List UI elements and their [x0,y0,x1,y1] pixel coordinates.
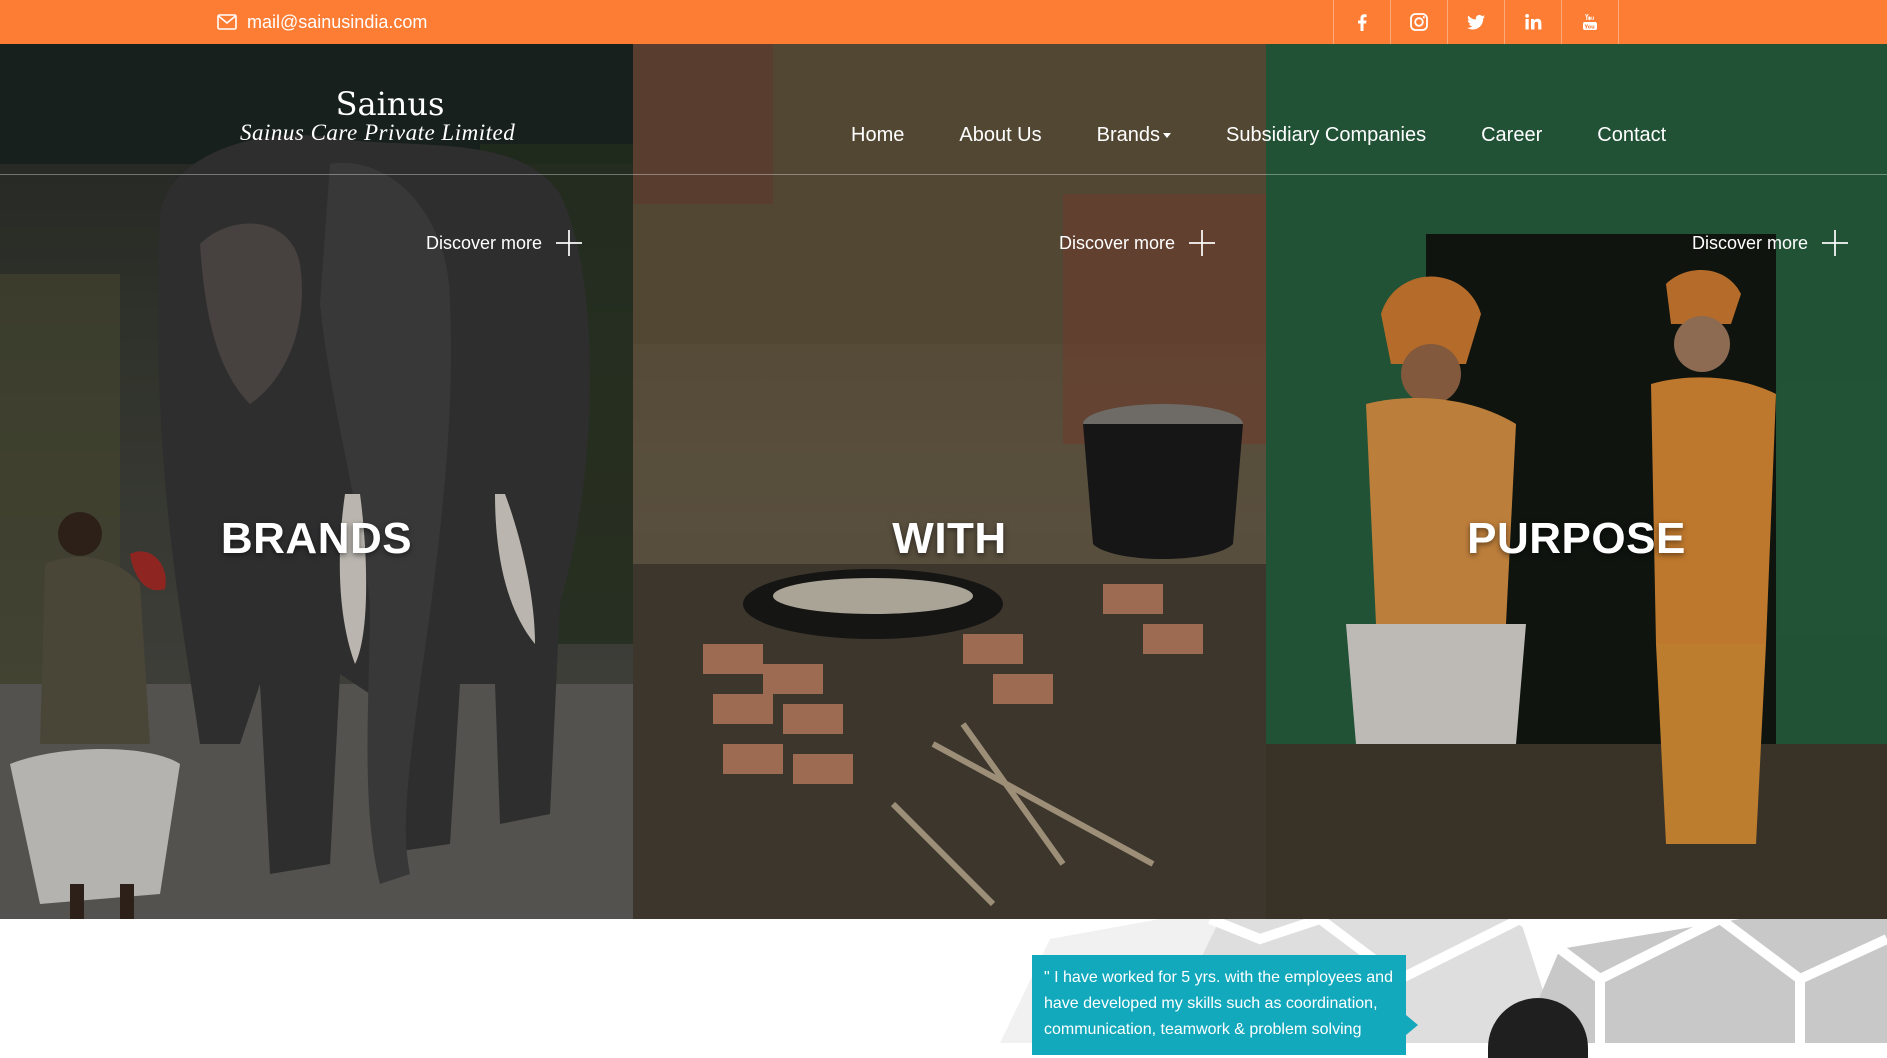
nav-contact-label: Contact [1597,124,1667,146]
instagram-icon[interactable] [1391,0,1448,44]
panel-overlay [1266,44,1887,919]
testimonial-quote: " I have worked for 5 yrs. with the empl… [1032,955,1418,1055]
logo-brand: Sainus [335,85,445,123]
plus-icon [556,230,583,256]
hero-panel-purpose[interactable]: Discover more PURPOSE [1266,44,1887,919]
discover-more-label: Discover more [426,232,543,253]
nav-home-label: Home [851,124,905,146]
nav-about-us-label: About Us [959,124,1042,146]
top-bar: mail@sainusindia.com You [0,0,1887,44]
nav-subsidiary-companies[interactable]: Subsidiary Companies [1226,124,1426,147]
discover-more-link[interactable]: Discover more [1692,230,1849,256]
nav-subsidiary-label: Subsidiary Companies [1226,124,1427,146]
logo-tagline: Sainus Care Private Limited [240,120,516,145]
hero-panel-with[interactable]: Discover more WITH [633,44,1266,919]
nav-divider [0,174,1887,175]
social-links: You [1333,0,1619,44]
testimonial-text: " I have worked for 5 yrs. with the empl… [1044,969,1393,1038]
hero-word: WITH [892,514,1007,563]
youtube-icon[interactable]: You [1562,0,1619,44]
hero-word: PURPOSE [1467,514,1686,563]
email-text: mail@sainusindia.com [247,11,428,32]
testimonial-section [0,919,1887,1043]
envelope-icon [217,14,237,30]
email-link[interactable]: mail@sainusindia.com [217,10,427,34]
panel-overlay [0,44,633,919]
panel-overlay [633,44,1266,919]
discover-more-link[interactable]: Discover more [1059,230,1216,256]
nav-brands[interactable]: Brands [1097,124,1171,147]
twitter-icon[interactable] [1448,0,1505,44]
svg-text:You: You [1584,25,1596,31]
plus-icon [1189,230,1216,256]
nav-brands-label: Brands [1096,124,1160,146]
discover-more-label: Discover more [1692,232,1809,253]
discover-more-link[interactable]: Discover more [426,230,583,256]
site-logo[interactable]: Sainus Sainus Care Private Limited [240,88,530,146]
linkedin-icon[interactable] [1505,0,1562,44]
nav-career[interactable]: Career [1481,124,1542,147]
nav-career-label: Career [1481,124,1543,146]
facebook-icon[interactable] [1334,0,1391,44]
hero-word: BRANDS [220,514,413,563]
main-nav: Home About Us Brands Subsidiary Companie… [851,124,1721,147]
discover-more-label: Discover more [1059,232,1176,253]
nav-about-us[interactable]: About Us [959,124,1041,147]
caret-down-icon [1163,133,1171,138]
hero-section: Discover more BRANDS Discover more WITH … [0,44,1887,919]
nav-contact[interactable]: Contact [1597,124,1666,147]
nav-home[interactable]: Home [851,124,904,147]
hero-panel-brands[interactable]: Discover more BRANDS [0,44,633,919]
plus-icon [1822,230,1849,256]
